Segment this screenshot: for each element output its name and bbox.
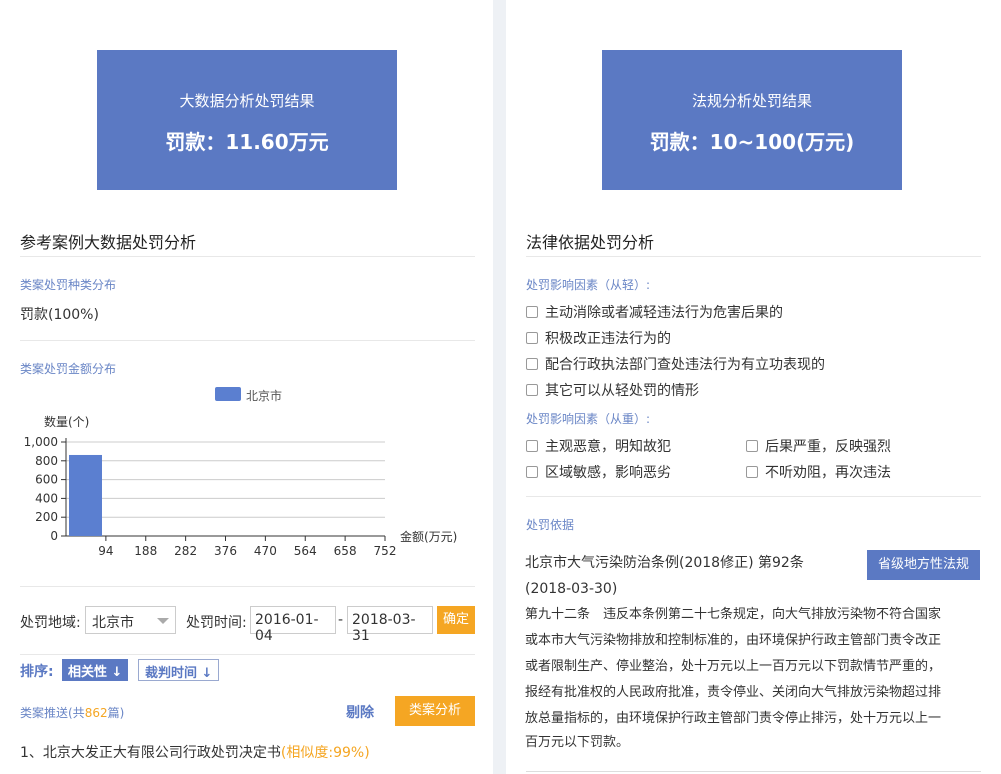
checkbox[interactable]: [526, 306, 538, 318]
x-tick-label: 376: [214, 544, 237, 558]
divider: [20, 654, 475, 655]
checkbox[interactable]: [526, 440, 538, 452]
regulation-result-value: 罚款：10~100(万元): [649, 130, 855, 154]
checkbox[interactable]: [526, 332, 538, 344]
bar: [69, 454, 102, 536]
law-title[interactable]: 北京市大气污染防治条例(2018修正) 第92条: [525, 550, 804, 576]
x-tick-label: 282: [174, 544, 197, 558]
light-factor-label: 主动消除或者减轻违法行为危害后果的: [545, 305, 783, 321]
heavy-factor-label: 不听劝阻，再次违法: [765, 465, 891, 481]
right-panel: 法规分析处罚结果 罚款：10~100(万元) 法律依据处罚分析 处罚影响因素（从…: [506, 0, 1001, 774]
sort-date-button[interactable]: 裁判时间 ↓: [138, 659, 220, 681]
light-factor-2[interactable]: 配合行政执法部门查处违法行为有立功表现的: [526, 354, 825, 374]
reco-prefix: 类案推送(共: [20, 706, 85, 720]
light-factor-1[interactable]: 积极改正违法行为的: [526, 328, 671, 348]
regulation-result-box: 法规分析处罚结果 罚款：10~100(万元): [602, 50, 902, 190]
y-tick-label: 600: [35, 473, 58, 487]
region-select-value: 北京市: [92, 615, 134, 631]
date-from-input[interactable]: 2016-01-04: [250, 606, 336, 644]
case-item-similarity: (相似度:99%): [280, 745, 370, 761]
y-axis-title: 数量(个): [44, 414, 89, 429]
basis-label: 处罚依据: [526, 518, 575, 532]
heavy-factor-label: 区域敏感，影响恶劣: [545, 465, 671, 481]
reco-suffix: 篇): [107, 706, 125, 720]
law-text-line: 百万元以下罚款。: [525, 735, 630, 750]
x-tick-label: 564: [294, 544, 317, 558]
x-axis-title: 金额(万元): [400, 529, 457, 544]
law-text-line: 第九十二条 违反本条例第二十七条规定，向大气排放污染物不符合国家: [525, 607, 942, 622]
region-select[interactable]: 北京市: [85, 606, 176, 634]
heavy-factor-label: 后果严重，反映强烈: [765, 439, 891, 455]
light-factor-0[interactable]: 主动消除或者减轻违法行为危害后果的: [526, 302, 783, 322]
x-tick-label: 94: [98, 544, 113, 558]
reco-count: 862: [84, 706, 108, 720]
chevron-down-icon: [157, 618, 169, 624]
light-factor-3[interactable]: 其它可以从轻处罚的情形: [526, 380, 699, 400]
amount-bar-chart: 数量(个) 0 200 400 600 800 1,000 94 188 282 376 470 564…: [24, 414, 458, 558]
law-text-line: 放总量指标的，由环境保护行政主管部门责令停止排污，处十万元以上一: [525, 711, 942, 726]
divider: [526, 256, 981, 257]
law-text-line: 或者限制生产、停业整治，处十万元以上一百万元以下罚款情节严重的，: [525, 659, 942, 674]
heavy-factor-1[interactable]: 后果严重，反映强烈: [746, 436, 891, 456]
checkbox[interactable]: [526, 466, 538, 478]
y-tick-label: 800: [35, 454, 58, 468]
heavy-factor-2[interactable]: 区域敏感，影响恶劣: [526, 462, 671, 482]
heavy-factor-3[interactable]: 不听劝阻，再次违法: [746, 462, 891, 482]
light-factor-label: 积极改正违法行为的: [545, 331, 671, 347]
case-item[interactable]: 1、北京大发正大有限公司行政处罚决定书(相似度:99%): [20, 742, 370, 762]
checkbox[interactable]: [526, 358, 538, 370]
region-label: 处罚地域:: [20, 615, 81, 631]
left-panel: 大数据分析处罚结果 罚款：11.60万元 参考案例大数据处罚分析 类案处罚种类分…: [0, 0, 493, 774]
legal-analysis-title: 法律依据处罚分析: [526, 233, 655, 252]
checkbox[interactable]: [746, 466, 758, 478]
y-tick-label: 0: [50, 529, 58, 543]
checkbox[interactable]: [526, 384, 538, 396]
divider: [526, 496, 981, 497]
y-tick-label: 200: [35, 510, 58, 524]
sort-label: 排序:: [20, 664, 54, 680]
light-factor-label: 其它可以从轻处罚的情形: [545, 383, 699, 399]
recommendation-count: 类案推送(共862篇): [20, 704, 124, 721]
light-factor-label: 配合行政执法部门查处违法行为有立功表现的: [545, 357, 825, 373]
heavy-factor-0[interactable]: 主观恶意，明知故犯: [526, 436, 671, 456]
law-date: (2018-03-30): [525, 581, 618, 597]
law-text-line: 报经有批准权的人民政府批准，责令停业、关闭向大气排放污染物超过排: [525, 685, 942, 700]
divider: [20, 586, 475, 587]
x-tick-label: 752: [374, 544, 397, 558]
sort-relevance-button[interactable]: 相关性 ↓: [62, 659, 129, 681]
x-tick-label: 470: [254, 544, 277, 558]
divider: [526, 771, 981, 772]
confirm-button[interactable]: 确定: [437, 606, 475, 634]
y-tick-label: 1,000: [24, 435, 58, 449]
heavy-factors-label: 处罚影响因素（从重）:: [526, 412, 651, 426]
heavy-factor-label: 主观恶意，明知故犯: [545, 439, 671, 455]
law-text-line: 或本市大气污染物排放和控制标准的，由环境保护行政主管部门责令改正: [525, 633, 942, 648]
y-tick-label: 400: [35, 491, 58, 505]
date-separator: -: [338, 612, 344, 628]
date-to-input[interactable]: 2018-03-31: [347, 606, 433, 644]
remove-button[interactable]: 剔除: [346, 702, 374, 722]
light-factors-label: 处罚影响因素（从轻）:: [526, 278, 651, 292]
x-tick-label: 658: [334, 544, 357, 558]
case-analysis-button[interactable]: 类案分析: [395, 696, 475, 726]
time-label: 处罚时间:: [186, 615, 247, 631]
case-item-title[interactable]: 1、北京大发正大有限公司行政处罚决定书: [20, 745, 281, 761]
regulation-level-badge: 省级地方性法规: [867, 550, 980, 580]
checkbox[interactable]: [746, 440, 758, 452]
x-tick-label: 188: [134, 544, 157, 558]
regulation-result-title: 法规分析处罚结果: [691, 92, 812, 110]
